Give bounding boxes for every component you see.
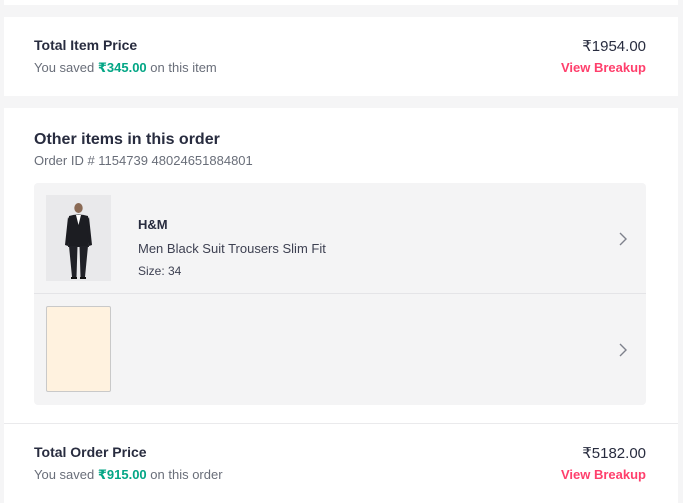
item-size: Size: 34 [138,264,182,278]
order-savings-prefix: You saved [34,467,98,482]
order-savings-text: You saved ₹915.00 on this order [34,467,223,483]
product-thumbnail-placeholder [46,306,111,392]
product-thumbnail [46,195,111,281]
chevron-right-icon [619,343,627,357]
order-view-breakup-link[interactable]: View Breakup [561,467,646,482]
other-items-card: Other items in this order Order ID # 115… [4,108,678,423]
item-name: Men Black Suit Trousers Slim Fit [138,241,326,256]
item-savings-text: You saved ₹345.00 on this item [34,60,217,76]
other-items-list: H&M Men Black Suit Trousers Slim Fit Siz… [34,183,646,405]
other-item-row[interactable] [34,294,646,405]
item-price-value: ₹1954.00 [582,38,646,55]
other-item-row[interactable]: H&M Men Black Suit Trousers Slim Fit Siz… [34,183,646,294]
item-price-title: Total Item Price [34,37,138,53]
other-items-title: Other items in this order [34,131,220,148]
chevron-right-icon [619,232,627,246]
order-total-value: ₹5182.00 [582,445,646,462]
item-savings-prefix: You saved [34,60,98,75]
item-savings-amount: ₹345.00 [97,60,147,75]
order-total-title: Total Order Price [34,444,147,460]
order-id: Order ID # 1154739 48024651884801 [34,153,253,168]
item-price-card: Total Item Price You saved ₹345.00 on th… [4,17,678,96]
order-total-card: Total Order Price You saved ₹915.00 on t… [4,423,678,503]
order-savings-amount: ₹915.00 [97,467,147,482]
previous-section-card [4,0,678,5]
suit-model-image [46,195,111,281]
item-view-breakup-link[interactable]: View Breakup [561,60,646,75]
item-savings-suffix: on this item [146,60,217,75]
item-brand: H&M [138,217,168,232]
order-savings-suffix: on this order [146,467,223,482]
